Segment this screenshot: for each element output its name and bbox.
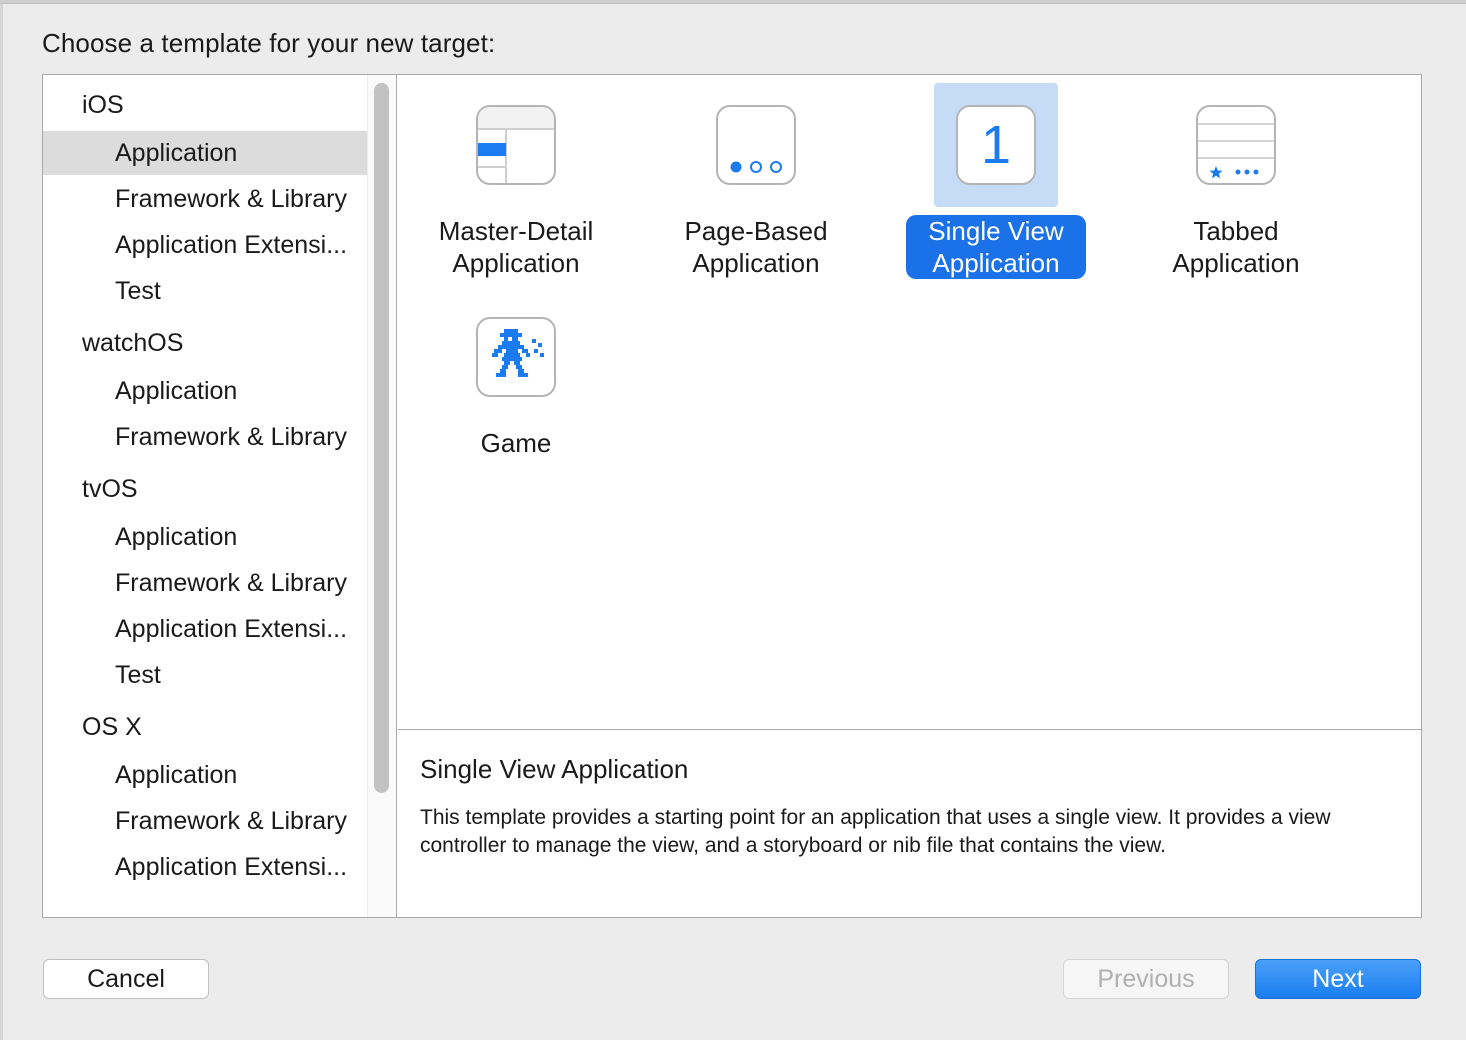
sidebar-item[interactable]: Application [43,515,367,559]
template-description: Single View Application This template pr… [398,729,1421,917]
dialog-heading: Choose a template for your new target: [42,28,496,58]
sidebar-item[interactable]: Framework & Library [43,799,367,843]
template-label-game[interactable]: Game [426,427,606,459]
template-page-based[interactable] [694,83,818,207]
master-detail-icon [476,105,556,185]
sidebar-item[interactable]: Application [43,369,367,413]
tab-bar-icon [1196,105,1276,185]
sidebar-item[interactable]: Framework & Library [43,415,367,459]
sidebar-scrollbar-thumb[interactable] [374,83,389,793]
template-single-view[interactable]: 1 [934,83,1058,207]
sidebar-item[interactable]: Application Extensi... [43,845,367,889]
template-chooser-panel: iOS Application Framework & Library Applica… [42,74,1422,918]
page-dots-icon [716,105,796,185]
template-game[interactable] [454,295,578,419]
template-label-line2: Application [1172,248,1300,278]
sidebar-group-header: OS X [82,713,142,741]
sidebar-item[interactable]: Application Extensi... [43,607,367,651]
single-view-icon: 1 [956,105,1036,185]
sidebar-item[interactable]: Application [43,131,367,175]
template-label-line1: Game [480,428,552,458]
template-label-tabbed[interactable]: Tabbed Application [1146,215,1326,279]
description-title: Single View Application [420,754,689,784]
platform-sidebar: iOS Application Framework & Library Applica… [43,75,397,917]
previous-button[interactable]: Previous [1063,959,1229,999]
template-label-line1: Master-Detail [438,216,594,246]
sidebar-group-header: iOS [82,91,124,119]
sidebar-item[interactable]: Test [43,269,367,313]
cancel-button[interactable]: Cancel [43,959,209,999]
description-body: This template provides a starting point … [420,806,1331,857]
template-grid: Master-Detail Application Page-Based App… [398,75,1421,729]
template-tabbed[interactable] [1174,83,1298,207]
template-label-line2: Application [932,248,1060,278]
template-master-detail[interactable] [454,83,578,207]
template-label-line2: Application [692,248,820,278]
sidebar-item[interactable]: Framework & Library [43,177,367,221]
template-label-single-view[interactable]: Single View Application [906,215,1086,279]
template-label-line1: Page-Based [684,216,828,246]
sidebar-group-header: watchOS [82,329,184,357]
single-view-icon-number: 1 [980,115,1012,175]
next-button[interactable]: Next [1255,959,1421,999]
sidebar-item[interactable]: Application [43,753,367,797]
template-label-page-based[interactable]: Page-Based Application [666,215,846,279]
window-top-edge [0,0,1466,4]
window-left-edge [0,4,3,1040]
sidebar-item[interactable]: Application Extensi... [43,223,367,267]
game-sprite-icon [476,317,556,397]
template-label-line2: Application [452,248,580,278]
template-label-line1: Tabbed [1193,216,1279,246]
sidebar-item[interactable]: Framework & Library [43,561,367,605]
sidebar-item[interactable]: Test [43,653,367,697]
template-label-master-detail[interactable]: Master-Detail Application [426,215,606,279]
sidebar-group-header: tvOS [82,475,138,503]
template-label-line1: Single View [928,216,1064,246]
